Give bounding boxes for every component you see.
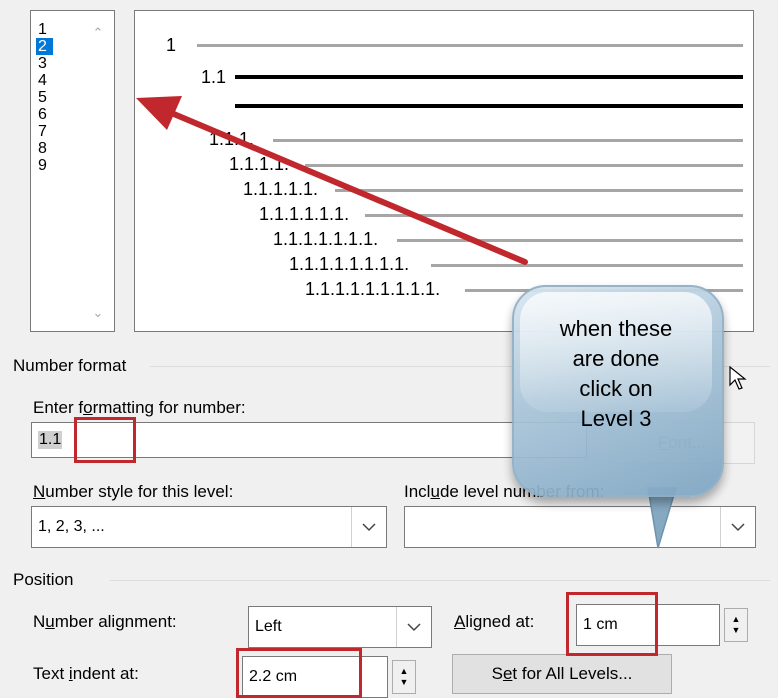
cursor-icon [729, 365, 747, 390]
callout-text: when these are done click on Level 3 [512, 314, 720, 434]
callout-line-3: click on [579, 376, 653, 401]
callout-line-2: are done [572, 346, 660, 371]
callout-line-4: Level 3 [580, 406, 652, 431]
callout-line-1: when these [559, 316, 673, 341]
